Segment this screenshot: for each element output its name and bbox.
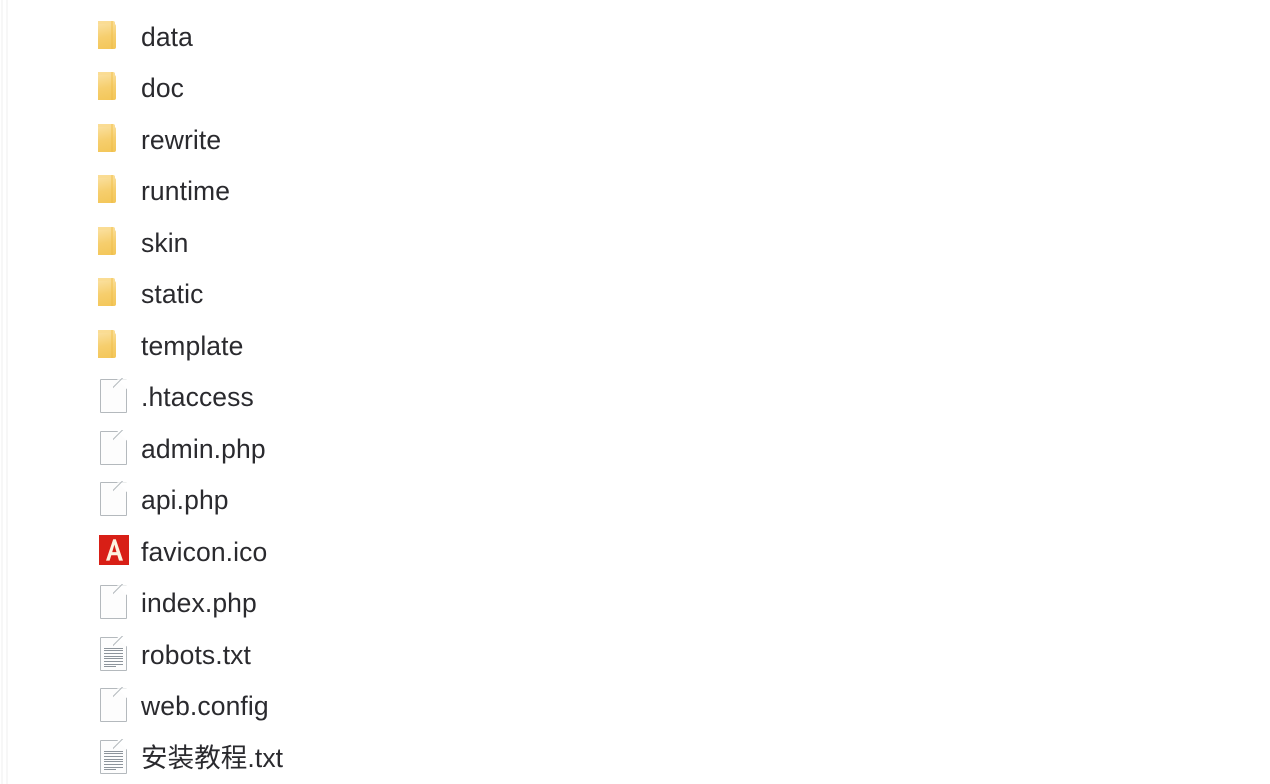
file-row[interactable]: skin [0, 217, 1270, 269]
folder-front-flap [98, 229, 116, 255]
text-page-icon [100, 636, 128, 671]
file-row[interactable]: .htaccess [0, 372, 1270, 424]
folder-icon [98, 278, 132, 308]
file-row[interactable]: rewrite [0, 114, 1270, 166]
folder-icon [98, 123, 132, 154]
folder-icon [98, 175, 132, 205]
folder-front-flap [98, 332, 116, 358]
folder-right-edge [111, 329, 113, 358]
icon-cell [96, 533, 142, 571]
file-row[interactable]: doc [0, 63, 1270, 115]
file-name: web.config [141, 691, 269, 721]
file-name: admin.php [141, 433, 266, 464]
icon-cell [96, 224, 142, 262]
file-row[interactable]: web.config [0, 681, 1270, 733]
file-name: favicon.ico [141, 536, 268, 567]
icon-cell [96, 18, 142, 56]
blank-page-icon [100, 378, 128, 414]
icon-cell [96, 121, 142, 159]
folder-front-flap [98, 281, 116, 307]
blank-page-icon [100, 687, 128, 723]
page-fold-edge [113, 584, 128, 599]
folder-front-flap [98, 75, 116, 101]
icon-cell [96, 327, 142, 365]
file-row[interactable]: runtime [0, 166, 1270, 218]
page-fold-edge [113, 687, 128, 702]
file-name: api.php [141, 485, 229, 515]
file-name: data [141, 21, 193, 52]
file-row[interactable]: api.php [0, 475, 1270, 527]
file-name: rewrite [141, 124, 222, 155]
blank-page-icon [100, 584, 128, 620]
folder-front-flap [98, 126, 116, 152]
page-fold-edge [113, 481, 128, 496]
file-row[interactable]: admin.php [0, 423, 1270, 475]
file-name: runtime [141, 176, 231, 206]
icon-cell [96, 69, 142, 107]
page-fold-edge [113, 636, 128, 651]
icon-cell [96, 481, 142, 519]
text-page-icon [100, 739, 128, 774]
folder-front-flap [98, 23, 116, 49]
icon-cell [96, 378, 142, 416]
folder-icon [98, 329, 132, 360]
folder-right-edge [111, 175, 113, 204]
blank-page-icon [100, 430, 128, 465]
file-name: .htaccess [141, 382, 254, 412]
icon-cell [96, 739, 142, 777]
folder-front-flap [98, 178, 116, 204]
file-row[interactable]: static [0, 269, 1270, 321]
page-fold-edge [113, 739, 128, 754]
icon-cell [96, 636, 142, 674]
file-row[interactable]: 安装教程.txt [0, 732, 1270, 784]
folder-icon [98, 226, 132, 257]
file-row[interactable]: favicon.ico [0, 526, 1270, 578]
page-fold-edge [113, 378, 128, 393]
file-name: index.php [141, 588, 257, 618]
folder-right-edge [111, 278, 113, 307]
file-name: static [141, 279, 204, 309]
file-name: template [141, 330, 244, 361]
file-row[interactable]: template [0, 320, 1270, 372]
icon-cell [96, 584, 142, 622]
folder-icon [98, 72, 132, 102]
folder-right-edge [111, 123, 113, 152]
icon-cell [96, 172, 142, 210]
favicon-a-icon [99, 534, 129, 565]
icon-cell [96, 430, 142, 468]
file-row[interactable]: index.php [0, 578, 1270, 630]
page-fold-edge [113, 430, 128, 445]
file-name: robots.txt [141, 639, 251, 670]
icon-cell [96, 687, 142, 725]
icon-cell [96, 275, 142, 313]
folder-right-edge [111, 72, 113, 101]
file-row[interactable]: robots.txt [0, 629, 1270, 681]
file-row[interactable]: data [0, 11, 1270, 63]
folder-icon [98, 20, 132, 51]
file-name: 安装教程.txt [141, 742, 284, 773]
folder-right-edge [111, 20, 113, 49]
folder-right-edge [111, 226, 113, 255]
file-name: skin [141, 227, 189, 258]
file-name: doc [141, 73, 185, 103]
blank-page-icon [100, 481, 128, 517]
file-list[interactable]: data doc rewrite runtime skin static template.… [0, 11, 1270, 784]
